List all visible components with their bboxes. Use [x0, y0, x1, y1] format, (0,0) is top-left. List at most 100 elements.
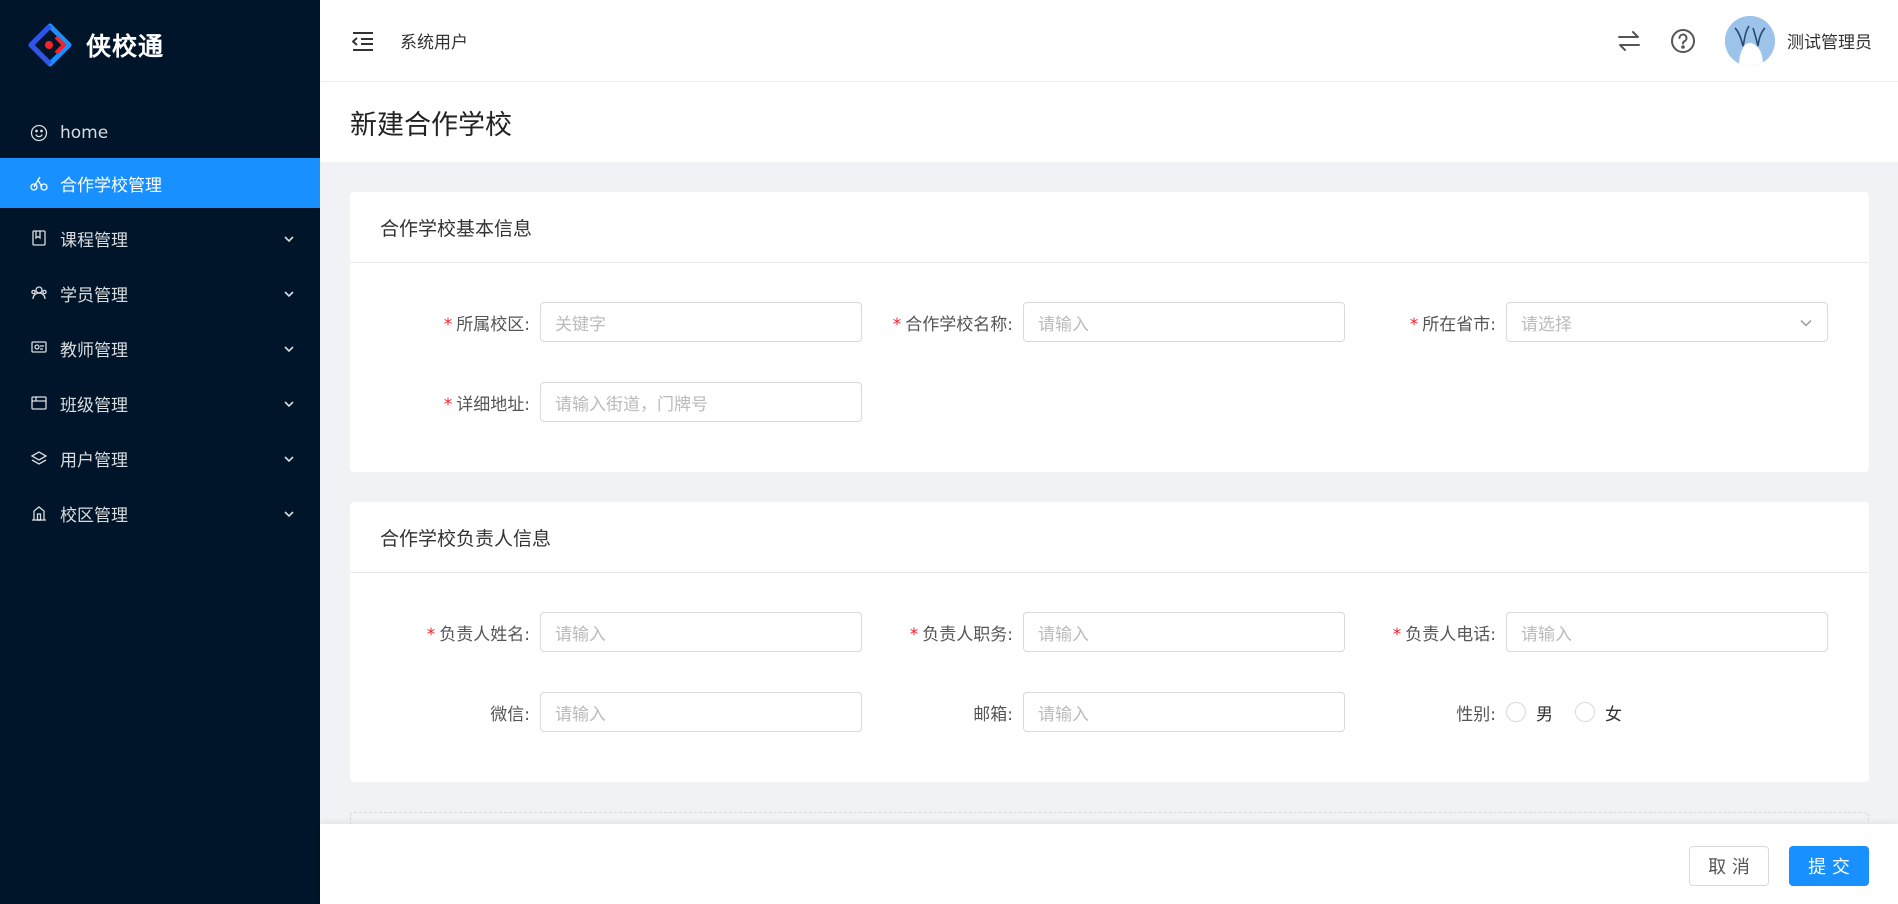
sidebar-item-label: home — [60, 123, 109, 143]
field-contact-phone: * 负责人电话: 请输入 — [1316, 612, 1828, 652]
field-contact-title: * 负责人职务: 请输入 — [833, 612, 1345, 652]
required-mark: * — [892, 314, 902, 335]
smile-icon — [30, 124, 48, 142]
required-mark: * — [1409, 314, 1419, 335]
page-title: 新建合作学校 — [350, 109, 512, 141]
submit-button[interactable]: 提 交 — [1789, 846, 1869, 886]
chevron-down-icon — [282, 341, 296, 355]
gender-radio-female[interactable] — [1575, 702, 1595, 722]
sidebar-item-3[interactable]: 学员管理 — [0, 268, 320, 318]
field-label: 所在省市: — [1422, 314, 1496, 335]
chevron-down-icon — [282, 451, 296, 465]
field-label: 负责人职务: — [922, 624, 1013, 645]
sidebar-item-7[interactable]: 校区管理 — [0, 488, 320, 538]
field-label: 负责人电话: — [1405, 624, 1496, 645]
input-placeholder: 请输入 — [555, 704, 606, 725]
input-placeholder: 请输入 — [1038, 624, 1089, 645]
field-label: 性别: — [1456, 704, 1496, 725]
field-label: 所属校区: — [456, 314, 530, 335]
help-icon[interactable] — [1669, 27, 1697, 55]
top-header: 系统用户 测试管理员 — [320, 0, 1898, 82]
email-input[interactable]: 请输入 — [1023, 692, 1345, 732]
required-mark: * — [443, 394, 453, 415]
wechat-input[interactable]: 请输入 — [540, 692, 862, 732]
radio-label[interactable]: 男 — [1536, 700, 1553, 725]
gender-radio-group: 男 女 — [1506, 700, 1644, 725]
sidebar-item-label: 校区管理 — [60, 505, 128, 526]
class-icon — [30, 394, 48, 412]
chevron-down-icon — [282, 286, 296, 300]
radio-label[interactable]: 女 — [1605, 700, 1622, 725]
gender-radio-male[interactable] — [1506, 702, 1526, 722]
contact-name-input[interactable]: 请输入 — [540, 612, 862, 652]
campus-input[interactable]: 关键字 — [540, 302, 862, 342]
footer-bar: 取 消 提 交 — [320, 824, 1898, 904]
contact-title-input[interactable]: 请输入 — [1023, 612, 1345, 652]
field-label: 合作学校名称: — [905, 314, 1013, 335]
basic-info-card: 合作学校基本信息 * 所属校区: 关键字 * 合作学校名称: 请输入 * 所在省市: … — [350, 192, 1869, 472]
avatar[interactable] — [1725, 15, 1775, 66]
contact-phone-input[interactable]: 请输入 — [1506, 612, 1828, 652]
sidebar-item-6[interactable]: 用户管理 — [0, 433, 320, 483]
field-address: * 详细地址: 请输入街道，门牌号 — [350, 382, 862, 422]
sidebar-item-4[interactable]: 教师管理 — [0, 323, 320, 373]
sidebar: 侠校通 home 合作学校管理 课程管理学员管理教师管理班级管理用户管理校区管理 — [0, 0, 320, 904]
field-contact-name: * 负责人姓名: 请输入 — [350, 612, 862, 652]
field-gender: 性别: 男 女 — [1316, 692, 1644, 732]
sidebar-item-0[interactable]: home — [0, 108, 320, 158]
field-province-city: * 所在省市: 请选择 — [1316, 302, 1828, 342]
input-placeholder: 请输入 — [1038, 704, 1089, 725]
sidebar-item-label: 课程管理 — [60, 230, 128, 251]
chevron-down-icon — [282, 396, 296, 410]
sidebar-item-label: 合作学校管理 — [60, 175, 162, 196]
address-input[interactable]: 请输入街道，门牌号 — [540, 382, 862, 422]
required-mark: * — [909, 624, 919, 645]
page-header: 新建合作学校 — [320, 82, 1898, 162]
field-label: 详细地址: — [456, 394, 530, 415]
field-label: 微信: — [490, 704, 530, 725]
required-mark: * — [443, 314, 453, 335]
sidebar-menu: home 合作学校管理 课程管理学员管理教师管理班级管理用户管理校区管理 — [0, 108, 320, 538]
field-wechat: 微信: 请输入 — [350, 692, 862, 732]
logo-icon — [28, 23, 72, 67]
bike-icon — [30, 174, 48, 192]
cancel-button[interactable]: 取 消 — [1689, 846, 1769, 886]
chevron-down-icon — [282, 506, 296, 520]
school-name-input[interactable]: 请输入 — [1023, 302, 1345, 342]
field-school-name: * 合作学校名称: 请输入 — [833, 302, 1345, 342]
sidebar-item-5[interactable]: 班级管理 — [0, 378, 320, 428]
select-placeholder: 请选择 — [1521, 314, 1572, 335]
field-label: 邮箱: — [973, 704, 1013, 725]
user-name[interactable]: 测试管理员 — [1787, 28, 1872, 53]
card-title: 合作学校负责人信息 — [350, 502, 1869, 573]
sidebar-item-label: 教师管理 — [60, 340, 128, 361]
field-label: 负责人姓名: — [439, 624, 530, 645]
required-mark: * — [426, 624, 436, 645]
field-campus: * 所属校区: 关键字 — [350, 302, 862, 342]
header-title: 系统用户 — [400, 33, 468, 53]
menu-fold-icon[interactable] — [350, 28, 376, 54]
input-placeholder: 请输入 — [1038, 314, 1089, 335]
chevron-down-icon — [282, 231, 296, 245]
required-mark: * — [1392, 624, 1402, 645]
input-placeholder: 请输入 — [555, 624, 606, 645]
campus-icon — [30, 504, 48, 522]
chevron-down-icon — [1799, 315, 1813, 329]
book-icon — [30, 229, 48, 247]
input-placeholder: 关键字 — [555, 314, 606, 335]
swap-icon[interactable] — [1615, 27, 1643, 55]
team-icon — [30, 284, 48, 302]
sidebar-item-label: 学员管理 — [60, 285, 128, 306]
input-placeholder: 请输入街道，门牌号 — [555, 394, 708, 415]
contact-info-card: 合作学校负责人信息 * 负责人姓名: 请输入 * 负责人职务: 请输入 * 负责人电话… — [350, 502, 1869, 782]
user-stack-icon — [30, 449, 48, 467]
province-city-select[interactable]: 请选择 — [1506, 302, 1828, 342]
sidebar-item-label: 班级管理 — [60, 395, 128, 416]
input-placeholder: 请输入 — [1521, 624, 1572, 645]
sidebar-item-1[interactable]: 合作学校管理 — [0, 158, 320, 208]
sidebar-item-2[interactable]: 课程管理 — [0, 213, 320, 263]
card-title: 合作学校基本信息 — [350, 192, 1869, 263]
logo[interactable]: 侠校通 — [0, 0, 320, 90]
app-name: 侠校通 — [86, 32, 165, 61]
sidebar-item-label: 用户管理 — [60, 450, 128, 471]
